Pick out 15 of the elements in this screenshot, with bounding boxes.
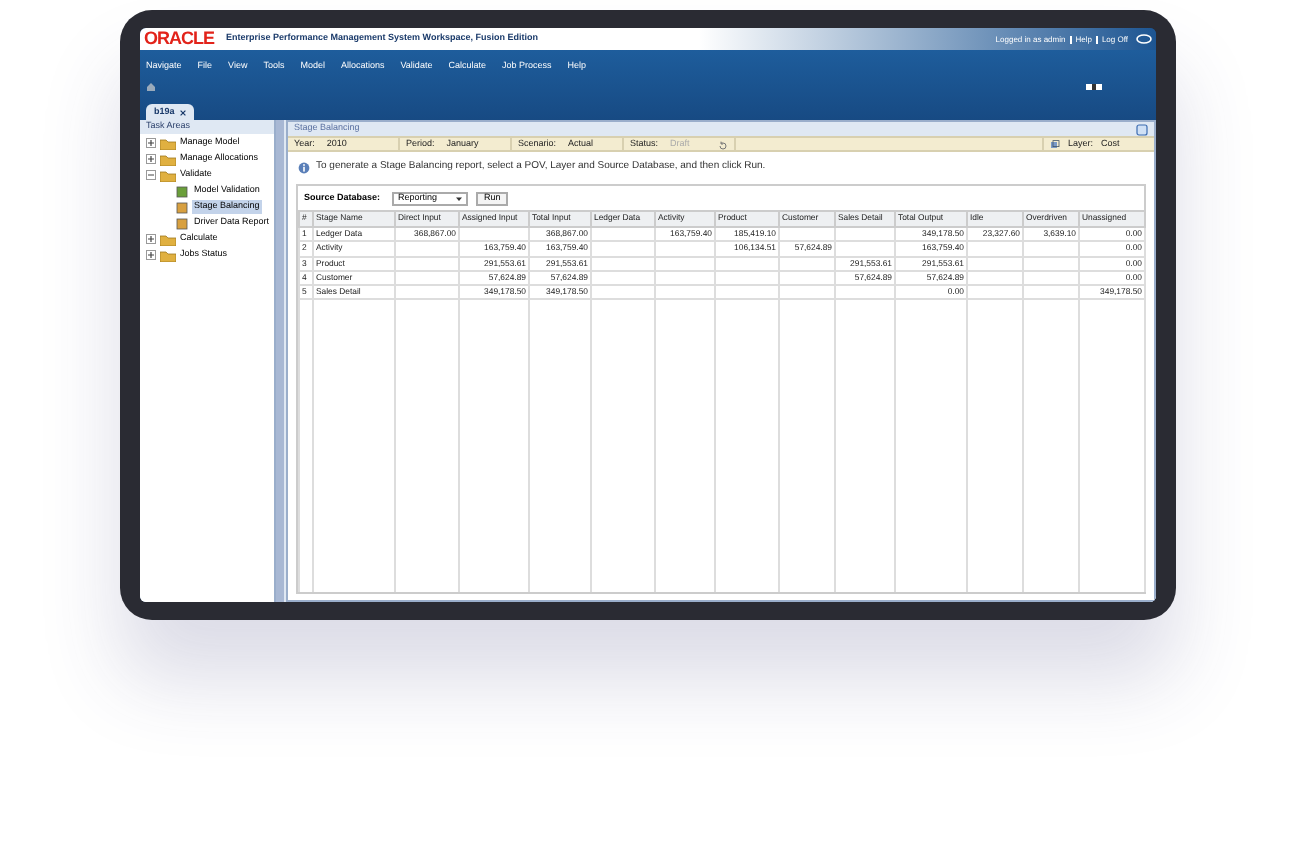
toolbar-toggle-icon[interactable] bbox=[1086, 83, 1102, 90]
logo: ORACLE bbox=[144, 30, 214, 48]
close-icon[interactable] bbox=[180, 109, 187, 115]
collapse-icon[interactable] bbox=[146, 170, 156, 180]
expand-icon[interactable] bbox=[146, 234, 156, 244]
dropdown-arrow-icon bbox=[456, 195, 462, 201]
maximize-icon[interactable] bbox=[1136, 123, 1148, 135]
layer-icon bbox=[1050, 139, 1060, 149]
expand-icon[interactable] bbox=[146, 138, 156, 148]
refresh-icon[interactable] bbox=[717, 139, 728, 149]
expand-icon[interactable] bbox=[146, 250, 156, 260]
info-icon bbox=[298, 162, 310, 174]
home-icon[interactable] bbox=[146, 81, 156, 92]
oracle-badge-icon bbox=[1136, 34, 1152, 44]
expand-icon[interactable] bbox=[146, 154, 156, 164]
